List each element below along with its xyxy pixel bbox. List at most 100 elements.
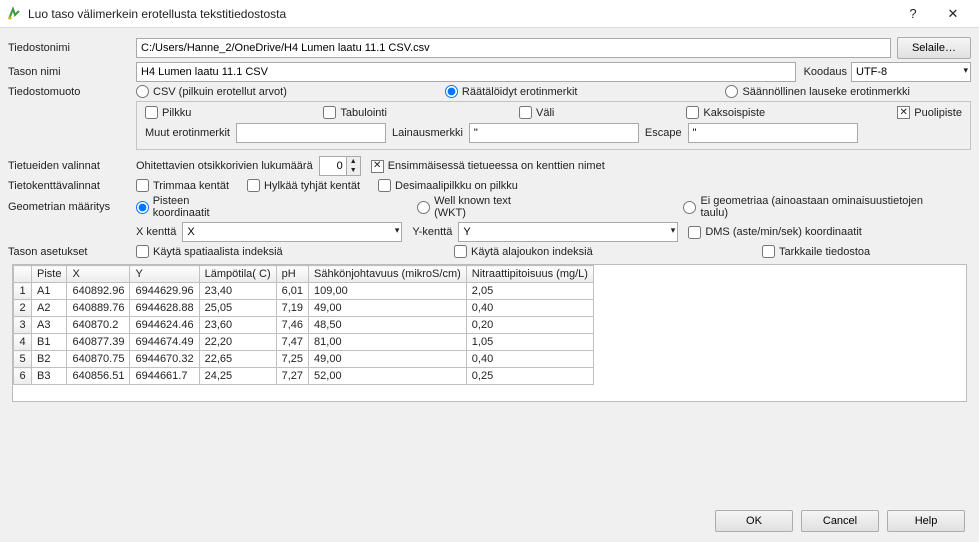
close-icon[interactable]: ✕: [933, 0, 973, 28]
spin-down-icon[interactable]: ▼: [347, 166, 360, 175]
browse-button[interactable]: Selaile…: [897, 37, 971, 59]
table-cell: 640892.96: [67, 283, 130, 300]
quote-input[interactable]: [469, 123, 639, 143]
spin-up-icon[interactable]: ▲: [347, 157, 360, 166]
row-number: 1: [14, 283, 32, 300]
geom-none-radio[interactable]: Ei geometriaa (ainoastaan ominaisuustiet…: [683, 195, 953, 219]
table-cell: A3: [32, 317, 67, 334]
table-cell: 24,25: [199, 368, 276, 385]
records-label: Tietueiden valinnat: [8, 160, 136, 172]
table-cell: 6944624.46: [130, 317, 199, 334]
table-cell: 6944674.49: [130, 334, 199, 351]
skip-spinner[interactable]: ▲▼: [319, 156, 361, 176]
row-number: 2: [14, 300, 32, 317]
dms-check[interactable]: DMS (aste/min/sek) koordinaatit: [688, 226, 862, 239]
trim-check[interactable]: Trimmaa kentät: [136, 179, 229, 192]
table-row[interactable]: 6B3640856.516944661.724,257,2752,000,25: [14, 368, 594, 385]
table-cell: 2,05: [466, 283, 593, 300]
delim-colon-check[interactable]: Kaksoispiste: [686, 106, 765, 119]
table-row[interactable]: 1A1640892.966944629.9623,406,01109,002,0…: [14, 283, 594, 300]
table-cell: 640870.2: [67, 317, 130, 334]
row-number: 5: [14, 351, 32, 368]
delim-comma-check[interactable]: Pilkku: [145, 106, 191, 119]
other-delim-label: Muut erotinmerkit: [145, 127, 230, 139]
table-cell: 0,20: [466, 317, 593, 334]
titlebar: Luo taso välimerkein erotellusta tekstit…: [0, 0, 979, 28]
table-cell: 7,47: [276, 334, 308, 351]
table-cell: 7,19: [276, 300, 308, 317]
table-cell: 0,40: [466, 351, 593, 368]
filename-label: Tiedostonimi: [8, 42, 136, 54]
encoding-label: Koodaus: [804, 66, 847, 78]
delim-tab-check[interactable]: Tabulointi: [323, 106, 386, 119]
table-cell: B3: [32, 368, 67, 385]
row-number: 4: [14, 334, 32, 351]
subset-index-check[interactable]: Käytä alajoukon indeksiä: [454, 245, 744, 258]
table-cell: A2: [32, 300, 67, 317]
table-header: Nitraattipitoisuus (mg/L): [466, 266, 593, 283]
table-cell: 25,05: [199, 300, 276, 317]
table-header: Y: [130, 266, 199, 283]
table-cell: 6944670.32: [130, 351, 199, 368]
geom-wkt-radio[interactable]: Well known text (WKT): [417, 195, 545, 219]
format-custom-radio[interactable]: Räätälöidyt erotinmerkit: [445, 85, 578, 98]
format-csv-radio[interactable]: CSV (pilkuin erotellut arvot): [136, 85, 287, 98]
table-cell: 0,40: [466, 300, 593, 317]
row-number: 3: [14, 317, 32, 334]
table-header: X: [67, 266, 130, 283]
encoding-select[interactable]: UTF-8: [851, 62, 971, 82]
table-cell: 81,00: [309, 334, 467, 351]
watch-file-check[interactable]: Tarkkaile tiedostoa: [762, 245, 870, 258]
other-delim-input[interactable]: [236, 123, 386, 143]
filename-input[interactable]: [136, 38, 891, 58]
help-button[interactable]: Help: [887, 510, 965, 532]
table-cell: B1: [32, 334, 67, 351]
yfield-label: Y-kenttä: [412, 226, 452, 238]
discard-empty-check[interactable]: Hylkää tyhjät kentät: [247, 179, 360, 192]
escape-input[interactable]: [688, 123, 858, 143]
table-cell: 640877.39: [67, 334, 130, 351]
delimiter-group: Pilkku Tabulointi Väli Kaksoispiste ✕Puo…: [136, 101, 971, 150]
comma-decimal-check[interactable]: Desimaalipilkku on pilkku: [378, 179, 518, 192]
window-title: Luo taso välimerkein erotellusta tekstit…: [28, 7, 893, 21]
skip-label: Ohitettavien otsikkorivien lukumäärä: [136, 160, 313, 172]
dialog-buttons: OK Cancel Help: [715, 510, 965, 532]
table-row[interactable]: 2A2640889.766944628.8825,057,1949,000,40: [14, 300, 594, 317]
xfield-label: X kenttä: [136, 226, 176, 238]
table-cell: 49,00: [309, 300, 467, 317]
table-cell: 6944628.88: [130, 300, 199, 317]
format-label: Tiedostomuoto: [8, 86, 136, 98]
table-header: Piste: [32, 266, 67, 283]
geom-point-radio[interactable]: Pisteen koordinaatit: [136, 195, 249, 219]
table-cell: A1: [32, 283, 67, 300]
help-button-icon[interactable]: ?: [893, 0, 933, 28]
table-cell: 6,01: [276, 283, 308, 300]
table-row[interactable]: 3A3640870.26944624.4623,607,4648,500,20: [14, 317, 594, 334]
layername-input[interactable]: [136, 62, 796, 82]
table-header: [14, 266, 32, 283]
table-cell: B2: [32, 351, 67, 368]
delim-semicolon-check[interactable]: ✕Puolipiste: [897, 106, 962, 119]
delim-space-check[interactable]: Väli: [519, 106, 554, 119]
geometry-label: Geometrian määritys: [8, 201, 136, 213]
spatial-index-check[interactable]: Käytä spatiaalista indeksiä: [136, 245, 436, 258]
first-record-names-check[interactable]: ✕Ensimmäisessä tietueessa on kenttien ni…: [371, 160, 605, 173]
table-cell: 49,00: [309, 351, 467, 368]
table-row[interactable]: 5B2640870.756944670.3222,657,2549,000,40: [14, 351, 594, 368]
table-header: pH: [276, 266, 308, 283]
xfield-select[interactable]: X: [182, 222, 402, 242]
table-cell: 7,25: [276, 351, 308, 368]
table-row[interactable]: 4B1640877.396944674.4922,207,4781,001,05: [14, 334, 594, 351]
table-cell: 6944629.96: [130, 283, 199, 300]
table-cell: 7,46: [276, 317, 308, 334]
yfield-select[interactable]: Y: [458, 222, 678, 242]
table-cell: 640856.51: [67, 368, 130, 385]
table-cell: 22,65: [199, 351, 276, 368]
format-regex-radio[interactable]: Säännöllinen lauseke erotinmerkki: [725, 85, 910, 98]
table-cell: 6944661.7: [130, 368, 199, 385]
cancel-button[interactable]: Cancel: [801, 510, 879, 532]
ok-button[interactable]: OK: [715, 510, 793, 532]
table-cell: 52,00: [309, 368, 467, 385]
table-cell: 22,20: [199, 334, 276, 351]
row-number: 6: [14, 368, 32, 385]
